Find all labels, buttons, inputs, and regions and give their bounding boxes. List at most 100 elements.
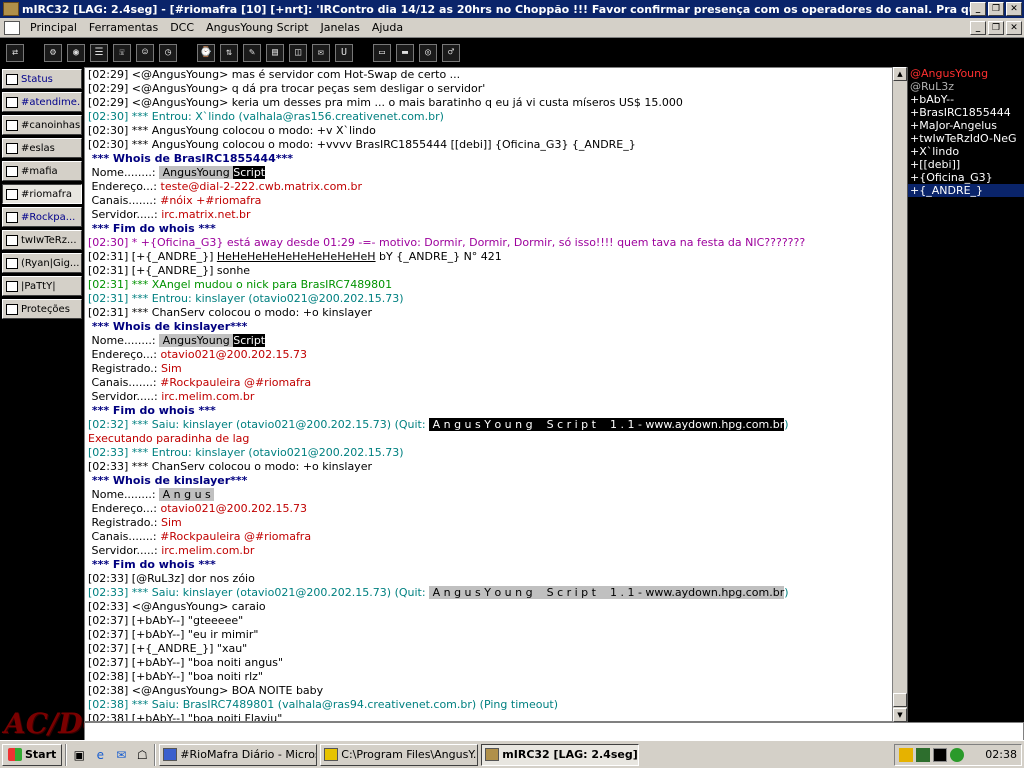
channels-icon[interactable]: ☖ <box>133 746 151 764</box>
scroll-down-icon[interactable]: ▼ <box>893 708 907 722</box>
menu-dcc[interactable]: DCC <box>164 21 200 34</box>
title-bar: mIRC32 [LAG: 2.4seg] - [#riomafra [10] [… <box>0 0 1024 18</box>
outlook-icon[interactable]: ✉ <box>112 746 130 764</box>
chat-text: [02:31] [+{_ANDRE_}] <box>88 250 217 263</box>
chat-line: [02:38] [+bAbY--] "boa noiti Flaviu" <box>88 712 892 721</box>
nick-item[interactable]: +BrasIRC1855444 <box>908 106 1024 119</box>
switchbar-item[interactable]: (Ryan|Gig... <box>2 253 82 273</box>
chat-line: Servidor.....: irc.melim.com.br <box>88 390 892 404</box>
chat-line: *** Whois de kinslayer*** <box>88 320 892 334</box>
chat-text: [02:31] [+{_ANDRE_}] sonhe <box>88 264 251 277</box>
chat-scrollbar[interactable]: ▲ ▼ <box>893 67 907 722</box>
bookmark-icon[interactable]: ◫ <box>289 44 307 62</box>
chat-text: *** Whois de BrasIRC1855444*** <box>88 152 293 165</box>
desktop-icon[interactable]: ▣ <box>70 746 88 764</box>
window-icon <box>6 142 18 154</box>
switchbar-item[interactable]: #Rockpa... <box>2 207 82 227</box>
child-close-button[interactable]: ✕ <box>1006 20 1022 35</box>
menu-janelas[interactable]: Janelas <box>315 21 366 34</box>
nick-item[interactable]: @RuL3z <box>908 80 1024 93</box>
scroll-thumb[interactable] <box>893 693 907 707</box>
switchbar-item[interactable]: twIwTeRz... <box>2 230 82 250</box>
switchbar-item-label: Status <box>21 73 53 85</box>
options-icon[interactable]: ⚙ <box>44 44 62 62</box>
switchbar-item[interactable]: #atendime... <box>2 92 82 112</box>
child-minimize-button[interactable]: _ <box>970 20 986 35</box>
bell-icon[interactable]: ♂ <box>442 44 460 62</box>
switchbar-item[interactable]: #mafia <box>2 161 82 181</box>
switchbar-item[interactable]: #riomafra <box>2 184 82 204</box>
nick-item[interactable]: +X`lindo <box>908 145 1024 158</box>
about-icon[interactable]: ◎ <box>419 44 437 62</box>
url-icon[interactable]: U <box>335 44 353 62</box>
switchbar-item[interactable]: Proteções <box>2 299 82 319</box>
chat-line: *** Fim do whois *** <box>88 404 892 418</box>
chat-text: [02:37] [+bAbY--] "gteeeee" <box>88 614 244 627</box>
chat-line: [02:32] *** Saiu: kinslayer (otavio021@2… <box>88 418 892 432</box>
chat-line: [02:31] [+{_ANDRE_}] HeHeHeHeHeHeHeHeHeH… <box>88 250 892 264</box>
message-input[interactable] <box>84 722 1024 743</box>
menu-principal[interactable]: Principal <box>24 21 83 34</box>
mirc-app-icon[interactable] <box>3 2 19 16</box>
away-icon[interactable]: ◷ <box>159 44 177 62</box>
chat-text: A n g u s Y o u n g S c r i p t 1 . 1 - … <box>429 418 785 431</box>
cascade-icon[interactable]: ▬ <box>396 44 414 62</box>
chat-window[interactable]: [02:29] <@AngusYoung> mas é servidor com… <box>84 67 893 722</box>
ie-icon[interactable]: e <box>91 746 109 764</box>
taskbar-button-label: C:\Program Files\AngusY... <box>341 748 479 761</box>
address-icon[interactable]: ☏ <box>113 44 131 62</box>
connect-icon[interactable]: ⇄ <box>6 44 24 62</box>
switchbar-item[interactable]: #eslas <box>2 138 82 158</box>
menu-ajuda[interactable]: Ajuda <box>366 21 409 34</box>
nick-item[interactable]: +bAbY-- <box>908 93 1024 106</box>
nick-item[interactable]: @AngusYoung <box>908 67 1024 80</box>
channel-icon[interactable]: ▤ <box>266 44 284 62</box>
chat-text: [02:31] *** Entrou: kinslayer (otavio021… <box>88 292 404 305</box>
list-icon[interactable]: ☰ <box>90 44 108 62</box>
chat-line: [02:38] [+bAbY--] "boa noiti rlz" <box>88 670 892 684</box>
nick-item[interactable]: +{_ANDRE_} <box>908 184 1024 197</box>
taskbar-button[interactable]: C:\Program Files\AngusY... <box>320 743 479 766</box>
chat-text: Registrado.: <box>88 516 161 529</box>
chat-text: AngusYoung <box>159 334 234 347</box>
restore-button[interactable]: ❐ <box>988 2 1004 16</box>
chat-text: Script <box>233 334 266 347</box>
note-icon[interactable]: ✉ <box>312 44 330 62</box>
notify-icon[interactable]: ☺ <box>136 44 154 62</box>
chat-text: [02:38] [+bAbY--] "boa noiti rlz" <box>88 670 263 683</box>
connection-icon[interactable] <box>933 747 947 762</box>
switchbar-item[interactable]: |PaTtY| <box>2 276 82 296</box>
dcc-icon[interactable]: ⇅ <box>220 44 238 62</box>
timer-icon[interactable]: ⌚ <box>197 44 215 62</box>
start-button[interactable]: Start <box>2 743 63 766</box>
switchbar-item[interactable]: #canoinhas <box>2 115 82 135</box>
minimize-button[interactable]: _ <box>970 2 986 16</box>
menu-ferramentas[interactable]: Ferramentas <box>83 21 164 34</box>
nick-item[interactable]: +[[debi]] <box>908 158 1024 171</box>
log-icon[interactable]: ✎ <box>243 44 261 62</box>
chat-text: Nome........: <box>88 488 160 501</box>
taskbar-button[interactable]: mIRC32 [LAG: 2.4seg] ... <box>481 743 640 766</box>
tile-icon[interactable]: ▭ <box>373 44 391 62</box>
close-button[interactable]: ✕ <box>1006 2 1022 16</box>
mirc-tray-icon[interactable] <box>950 747 964 762</box>
chat-text: Servidor.....: <box>88 208 162 221</box>
channel-window-icon[interactable] <box>4 20 20 35</box>
menu-angusyoung-script[interactable]: AngusYoung Script <box>200 21 315 34</box>
volume-icon[interactable] <box>899 747 913 762</box>
switchbar-item[interactable]: Status <box>2 69 82 89</box>
globe-icon[interactable]: ◉ <box>67 44 85 62</box>
nick-list[interactable]: @AngusYoung @RuL3z +bAbY-- +BrasIRC1855444 +… <box>907 67 1024 722</box>
chat-text: bY {_ANDRE_} N° 421 <box>375 250 502 263</box>
window-title: mIRC32 [LAG: 2.4seg] - [#riomafra [10] [… <box>22 2 970 16</box>
chat-line: Registrado.: Sim <box>88 516 892 530</box>
child-restore-button[interactable]: ❐ <box>988 20 1004 35</box>
chat-line: Canais.......: #Rockpauleira @#riomafra <box>88 376 892 390</box>
nick-item[interactable]: +{Oficina_G3} <box>908 171 1024 184</box>
nick-item[interactable]: +twIwTeRzIdO-NeG <box>908 132 1024 145</box>
taskbar-button[interactable]: #RioMafra Diário - Micros... <box>159 743 318 766</box>
nick-item[interactable]: +MaJor-Angelus <box>908 119 1024 132</box>
menu-bar: Principal Ferramentas DCC AngusYoung Scr… <box>0 18 1024 38</box>
network-icon[interactable] <box>916 747 930 762</box>
scroll-up-icon[interactable]: ▲ <box>893 67 907 81</box>
